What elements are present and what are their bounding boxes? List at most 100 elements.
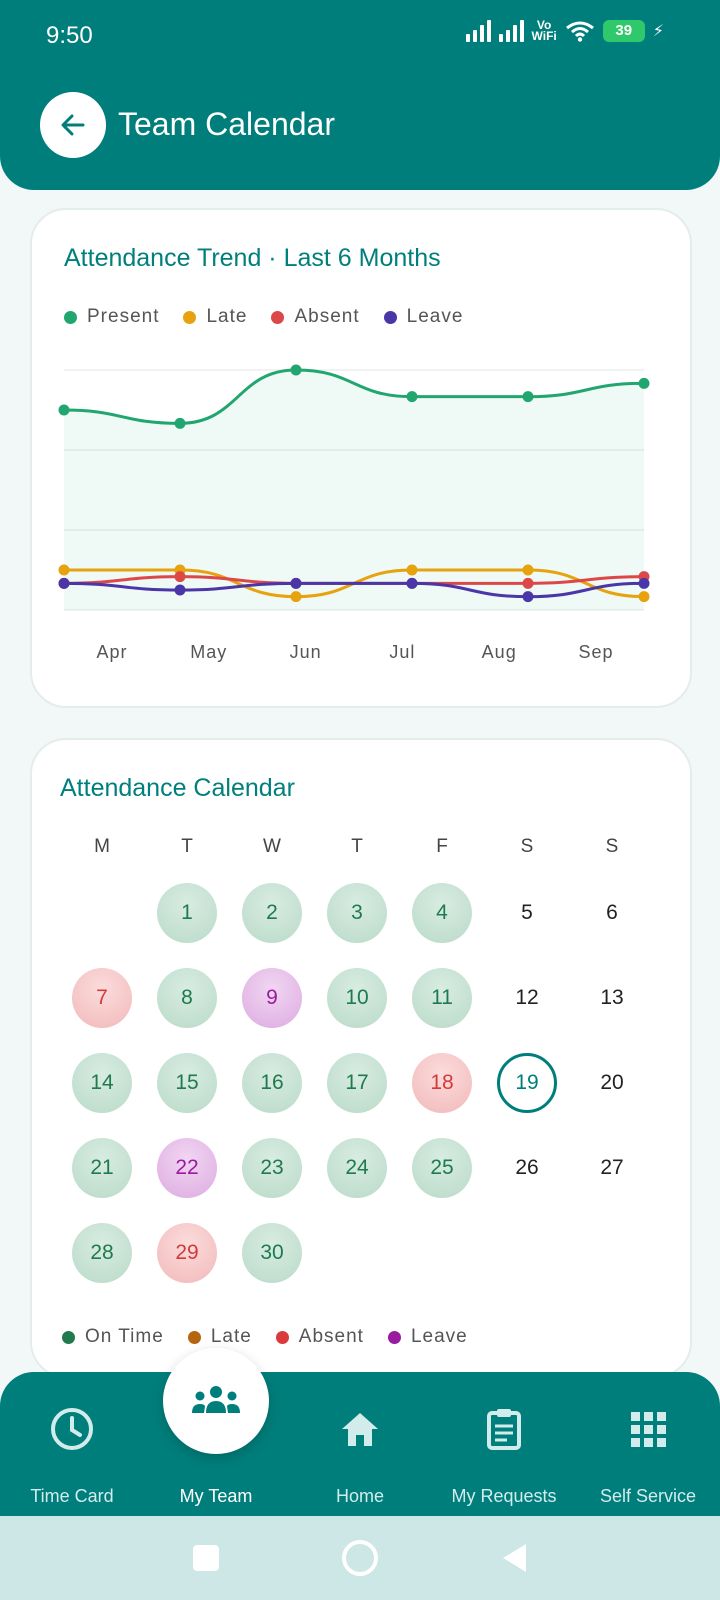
weekday-label: M (94, 836, 110, 857)
status-icons: Vo WiFi 39 ⚡ (465, 19, 664, 43)
weekday-label: T (181, 836, 193, 857)
legend-label: Absent (298, 1326, 364, 1347)
calendar-day-22[interactable]: 22 (157, 1138, 217, 1198)
nav-label: My Team (179, 1486, 253, 1506)
calendar-day-27[interactable]: 27 (582, 1138, 642, 1198)
calendar-day-12[interactable]: 12 (497, 968, 557, 1028)
calendar-day-18[interactable]: 18 (412, 1053, 472, 1113)
calendar-day-6[interactable]: 6 (582, 883, 642, 943)
calendar-day-28[interactable]: 28 (72, 1223, 132, 1283)
calendar-legend-item: Late (187, 1326, 252, 1348)
nav-self-service[interactable]: Self Service (576, 1372, 720, 1516)
attendance-trend-card: Attendance Trend · Last 6 Months Present… (30, 208, 692, 708)
x-tick-label: May (190, 642, 227, 662)
calendar-day-30[interactable]: 30 (242, 1223, 302, 1283)
data-point-leave-jul (406, 577, 418, 589)
calendar-day-7[interactable]: 7 (72, 968, 132, 1028)
calendar-day-4[interactable]: 4 (412, 883, 472, 943)
calendar-day-5[interactable]: 5 (497, 883, 557, 943)
calendar-day-10[interactable]: 10 (327, 968, 387, 1028)
attendance-trend-chart: Apr May Jun Jul Aug Sep (58, 364, 650, 662)
calendar-day-3[interactable]: 3 (327, 883, 387, 943)
recents-button[interactable] (193, 1545, 219, 1571)
calendar-day-26[interactable]: 26 (497, 1138, 557, 1198)
clipboard-icon (487, 1409, 521, 1450)
nav-my-requests[interactable]: My Requests (432, 1372, 576, 1516)
calendar-day-2[interactable]: 2 (242, 883, 302, 943)
data-point-late-jun (290, 591, 302, 603)
weekday-label: T (351, 836, 363, 857)
my-team-fab[interactable] (163, 1348, 269, 1454)
data-point-absent-aug (522, 577, 534, 589)
calendar-day-1[interactable]: 1 (157, 883, 217, 943)
back-system-button[interactable] (500, 1542, 528, 1574)
calendar-day-25[interactable]: 25 (412, 1138, 472, 1198)
nav-time-card[interactable]: Time Card (0, 1372, 144, 1516)
calendar-day-9[interactable]: 9 (242, 968, 302, 1028)
vowifi-icon: Vo WiFi (531, 19, 557, 43)
nav-label: Self Service (599, 1486, 697, 1506)
weekday-label: S (605, 836, 619, 857)
team-icon (192, 1386, 240, 1413)
calendar-day-11[interactable]: 11 (412, 968, 472, 1028)
calendar-day-8[interactable]: 8 (157, 968, 217, 1028)
bottom-navigation: Time Card My Team Home My Requests Self … (0, 1372, 720, 1516)
legend-dot (187, 1330, 201, 1344)
data-point-present-aug (522, 391, 534, 403)
nav-label: My Requests (451, 1486, 557, 1506)
calendar-legend-item: Absent (275, 1326, 364, 1348)
calendar-day-17[interactable]: 17 (327, 1053, 387, 1113)
page-title: Team Calendar (118, 106, 335, 142)
app-header: 9:50 Vo WiFi 39 ⚡ Team Calendar (0, 0, 720, 190)
calendar-day-14[interactable]: 14 (72, 1053, 132, 1113)
calendar-day-15[interactable]: 15 (157, 1053, 217, 1113)
legend-dot (275, 1330, 289, 1344)
calendar-day-20[interactable]: 20 (582, 1053, 642, 1113)
calendar-legend-item: On Time (62, 1326, 164, 1348)
wifi-icon (565, 21, 594, 42)
data-point-leave-may (174, 584, 186, 596)
calendar-title: Attendance Calendar (60, 774, 295, 802)
data-point-late-jul (406, 564, 418, 576)
home-system-button[interactable] (342, 1540, 378, 1576)
system-navigation-bar (0, 1516, 720, 1600)
calendar-day-29[interactable]: 29 (157, 1223, 217, 1283)
battery-indicator: 39 (602, 20, 645, 42)
calendar-day-19[interactable]: 19 (497, 1053, 557, 1113)
x-tick-label: Jun (290, 642, 322, 662)
back-button[interactable] (40, 92, 106, 158)
signal-icon (498, 20, 524, 42)
legend-label: Late (210, 1326, 252, 1347)
data-point-late-aug (522, 564, 534, 576)
data-point-present-sep (638, 377, 650, 389)
calendar-legend-item: Leave (387, 1326, 468, 1348)
grid-icon (631, 1412, 666, 1447)
x-tick-label: Apr (96, 642, 127, 662)
calendar-day-24[interactable]: 24 (327, 1138, 387, 1198)
weekday-label: F (436, 836, 448, 857)
legend-label: On Time (85, 1326, 164, 1347)
clock-icon (51, 1408, 93, 1450)
signal-icon (465, 20, 491, 42)
status-time: 9:50 (46, 22, 93, 49)
data-point-leave-jun (290, 577, 302, 589)
calendar-day-21[interactable]: 21 (72, 1138, 132, 1198)
charging-icon: ⚡ (652, 23, 664, 40)
data-point-leave-sep (638, 577, 650, 589)
calendar-day-16[interactable]: 16 (242, 1053, 302, 1113)
nav-home[interactable]: Home (288, 1372, 432, 1516)
calendar-day-13[interactable]: 13 (582, 968, 642, 1028)
nav-label: Time Card (30, 1486, 114, 1506)
data-point-late-apr (58, 564, 70, 576)
calendar-day-23[interactable]: 23 (242, 1138, 302, 1198)
legend-dot (62, 1330, 75, 1344)
data-point-absent-may (174, 571, 186, 583)
weekday-label: S (520, 836, 534, 857)
data-point-present-jul (406, 391, 418, 403)
data-point-leave-aug (522, 591, 534, 603)
data-point-present-apr (58, 404, 70, 416)
x-tick-label: Sep (578, 642, 613, 662)
vowifi-bottom: WiFi (531, 29, 557, 43)
arrow-left-icon (61, 114, 85, 136)
nav-label: Home (335, 1486, 384, 1506)
